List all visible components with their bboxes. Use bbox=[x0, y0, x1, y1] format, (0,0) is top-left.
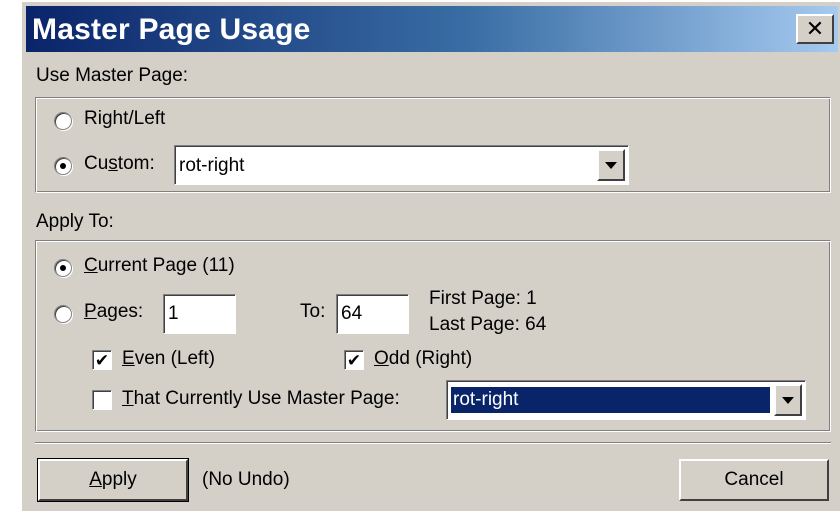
custom-master-page-value: rot-right bbox=[179, 155, 245, 176]
close-icon: ✕ bbox=[805, 16, 825, 41]
pages-from-input[interactable]: 1 bbox=[163, 294, 236, 334]
pages-to-input[interactable]: 64 bbox=[336, 294, 409, 334]
pages-radio[interactable] bbox=[54, 305, 72, 323]
last-page-value: 64 bbox=[525, 314, 547, 335]
custom-master-page-select[interactable]: rot-right bbox=[174, 145, 629, 185]
apply-to-group: Current Page (11) Pages: 1 To: 64 First … bbox=[35, 240, 831, 432]
current-master-dropdown-button[interactable] bbox=[774, 384, 802, 416]
radio-selected-dot bbox=[60, 265, 66, 271]
apply-to-label: Apply To: bbox=[36, 211, 114, 232]
checkmark-icon: ✔ bbox=[94, 351, 110, 370]
pages-label[interactable]: Pages: bbox=[84, 301, 143, 323]
right-left-label[interactable]: Right/Left bbox=[84, 108, 165, 130]
chevron-down-icon bbox=[605, 161, 617, 169]
use-master-page-label: Use Master Page: bbox=[36, 65, 189, 86]
apply-button-label: Apply bbox=[89, 469, 137, 490]
title-bar[interactable]: Master Page Usage ✕ bbox=[26, 6, 838, 52]
even-left-label[interactable]: Even (Left) bbox=[122, 348, 215, 370]
footer-separator bbox=[35, 442, 831, 444]
even-left-checkbox[interactable]: ✔ bbox=[92, 350, 112, 370]
cancel-button-label: Cancel bbox=[724, 469, 784, 490]
current-page-label[interactable]: Current Page (11) bbox=[84, 255, 235, 277]
current-master-page-value: rot-right bbox=[451, 387, 770, 413]
chevron-down-icon bbox=[782, 396, 794, 404]
radio-selected-dot bbox=[60, 163, 66, 169]
custom-label[interactable]: Custom: bbox=[84, 153, 155, 175]
master-page-usage-dialog: Master Page Usage ✕ Use Master Page: Rig… bbox=[20, 0, 840, 511]
dialog-title: Master Page Usage bbox=[32, 13, 311, 46]
first-page-value: 1 bbox=[526, 288, 537, 309]
pages-to-value: 64 bbox=[341, 303, 363, 324]
right-left-radio[interactable] bbox=[54, 112, 72, 130]
custom-radio[interactable] bbox=[54, 157, 72, 175]
that-currently-use-label[interactable]: That Currently Use Master Page: bbox=[122, 388, 400, 410]
pages-from-value: 1 bbox=[168, 303, 179, 324]
use-master-page-group: Right/Left Custom: rot-right bbox=[35, 97, 831, 193]
last-page-label: Last Page: 64 bbox=[429, 314, 547, 335]
odd-right-checkbox[interactable]: ✔ bbox=[344, 350, 364, 370]
current-page-radio[interactable] bbox=[54, 259, 72, 277]
current-master-page-select[interactable]: rot-right bbox=[446, 380, 806, 420]
custom-dropdown-button[interactable] bbox=[597, 149, 625, 181]
no-undo-note: (No Undo) bbox=[202, 469, 290, 490]
odd-right-label[interactable]: Odd (Right) bbox=[374, 348, 472, 370]
to-label: To: bbox=[300, 301, 326, 322]
close-button[interactable]: ✕ bbox=[796, 14, 834, 44]
cancel-button[interactable]: Cancel bbox=[679, 459, 829, 501]
that-currently-use-checkbox[interactable] bbox=[92, 390, 112, 410]
first-page-label: First Page: 1 bbox=[429, 288, 537, 309]
apply-button[interactable]: Apply bbox=[37, 458, 189, 502]
checkmark-icon: ✔ bbox=[346, 351, 362, 370]
